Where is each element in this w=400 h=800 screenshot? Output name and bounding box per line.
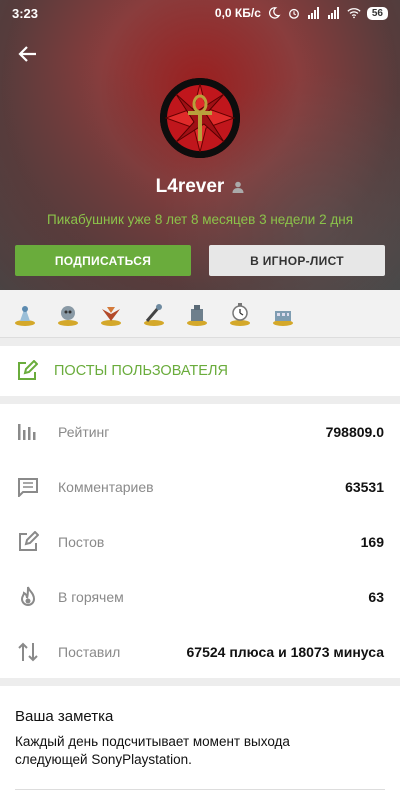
award-icon[interactable]: [268, 299, 298, 329]
stat-row-rating: Рейтинг 798809.0: [0, 404, 400, 459]
tenure-text: Пикабушник уже 8 лет 8 месяцев 3 недели …: [47, 212, 353, 227]
flame-icon: [16, 585, 40, 609]
stat-label: Постов: [58, 533, 105, 550]
up-down-arrows-icon: [16, 640, 40, 664]
award-icon[interactable]: [10, 299, 40, 329]
user-icon: [232, 181, 244, 193]
arrow-left-icon: [18, 46, 36, 62]
wifi-icon: [347, 8, 361, 19]
stat-label: Комментариев: [58, 478, 154, 495]
username: L4rever: [155, 176, 225, 197]
username-row: L4rever: [0, 176, 400, 198]
stat-row-hot: В горячем 63: [0, 569, 400, 624]
moon-icon: [268, 7, 281, 19]
stat-value: 798809.0: [325, 423, 384, 440]
note-card[interactable]: Ваша заметка Каждый день подсчитывает мо…: [0, 686, 400, 800]
stat-label: Поставил: [58, 643, 121, 660]
award-icon[interactable]: [225, 299, 255, 329]
user-posts-link[interactable]: ПОСТЫ ПОЛЬЗОВАТЕЛЯ: [0, 346, 400, 396]
comment-icon: [16, 475, 40, 499]
status-bar: 3:23 0,0 КБ/с 56: [0, 0, 400, 26]
stat-value: 63: [368, 588, 384, 605]
stat-value: 169: [360, 533, 384, 550]
ankh-emblem-icon: [160, 78, 240, 158]
net-speed: 0,0 КБ/с: [214, 6, 261, 20]
stat-label: Рейтинг: [58, 423, 110, 440]
alarm-icon: [288, 8, 299, 19]
award-icon[interactable]: [139, 299, 169, 329]
stat-label: В горячем: [58, 588, 124, 605]
back-button[interactable]: [14, 40, 42, 68]
stat-row-votes: Поставил 67524 плюса и 18073 минуса: [0, 624, 400, 679]
divider: [15, 789, 385, 790]
award-icon[interactable]: [53, 299, 83, 329]
stat-row-comments: Комментариев 63531: [0, 459, 400, 514]
note-title: Ваша заметка: [15, 708, 114, 725]
subscribe-button[interactable]: ПОДПИСАТЬСЯ: [15, 245, 191, 276]
signal-icon-2: [327, 7, 339, 19]
stats-card: Рейтинг 798809.0 Комментариев 63531 Пост…: [0, 404, 400, 678]
award-icon[interactable]: [96, 299, 126, 329]
bar-chart-icon: [16, 420, 40, 444]
ignore-list-button[interactable]: В ИГНОР-ЛИСТ: [209, 245, 385, 276]
stat-value: 67524 плюса и 18073 минуса: [186, 643, 385, 660]
avatar[interactable]: [160, 78, 240, 158]
award-icon[interactable]: [182, 299, 212, 329]
stat-value: 63531: [345, 478, 384, 495]
note-text[interactable]: Каждый день подсчитывает момент выхода с…: [15, 733, 345, 769]
edit-icon: [18, 360, 38, 380]
status-time: 3:23: [12, 5, 39, 21]
battery-indicator: 56: [366, 6, 388, 20]
signal-icon: [307, 7, 319, 19]
stat-row-posts: Постов 169: [0, 514, 400, 569]
user-posts-label: ПОСТЫ ПОЛЬЗОВАТЕЛЯ: [54, 363, 228, 379]
edit-icon: [16, 530, 40, 554]
awards-strip: [0, 290, 400, 338]
